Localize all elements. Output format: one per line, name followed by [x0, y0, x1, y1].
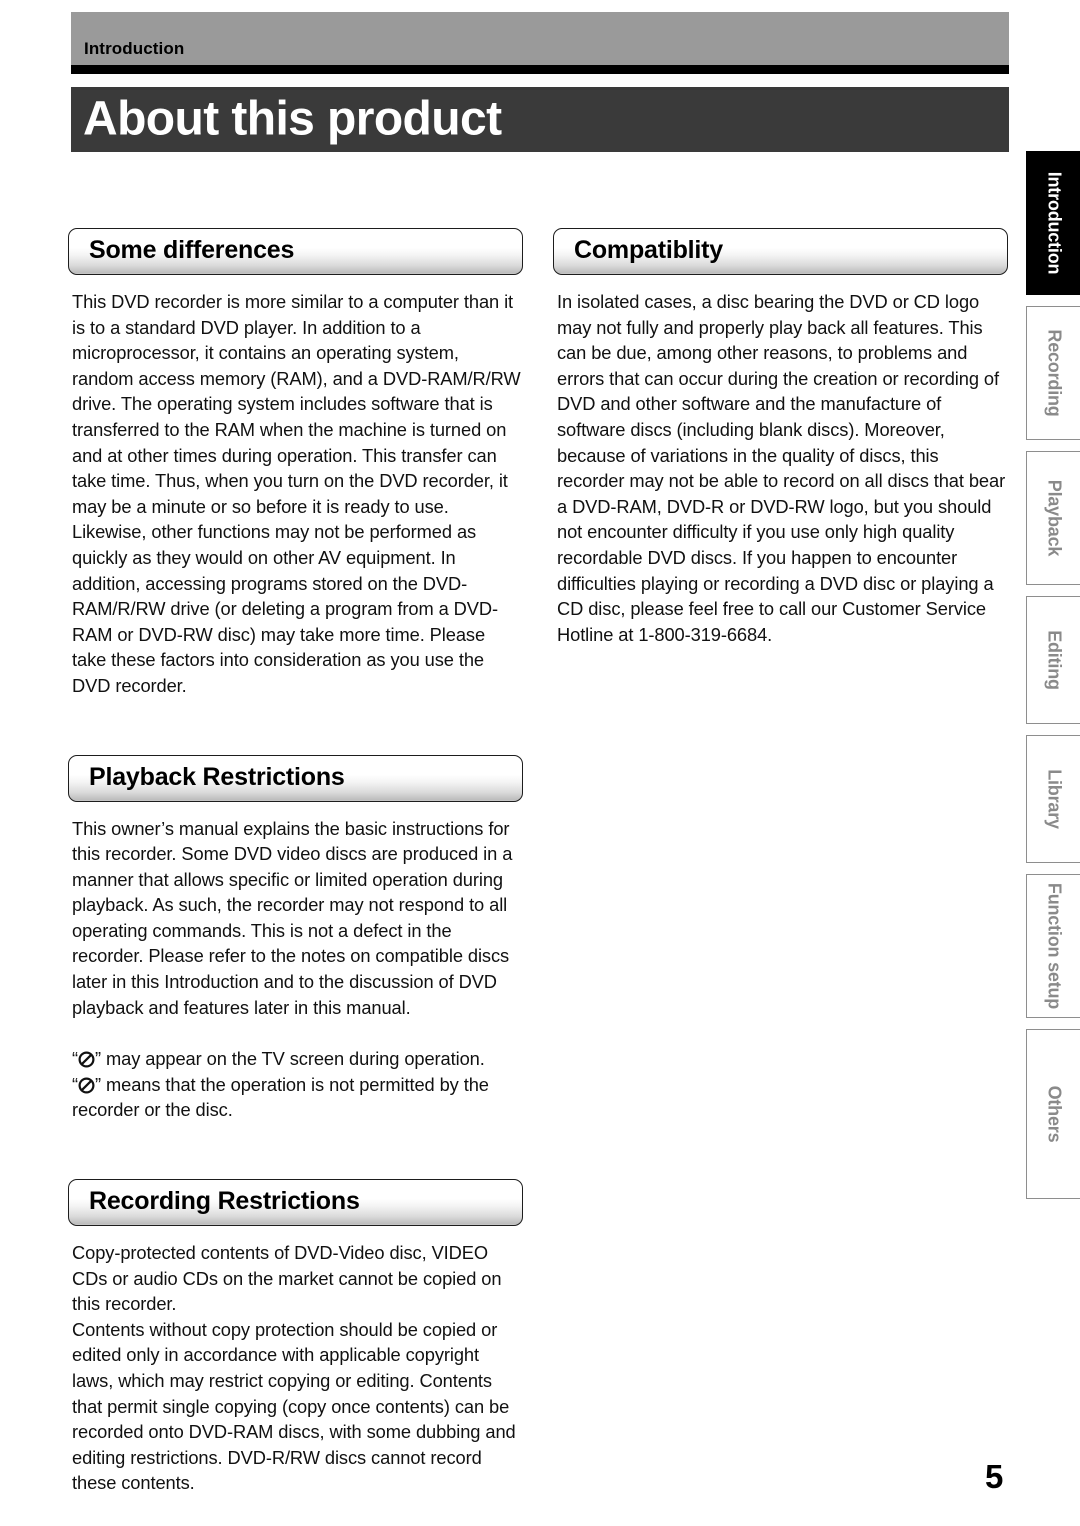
page-title: About this product: [83, 91, 502, 145]
right-column: Compatiblity In isolated cases, a disc b…: [553, 228, 1008, 647]
note-line1-text: ” may appear on the TV screen during ope…: [95, 1048, 485, 1070]
section-body-recording-restrictions-2: Contents without copy protection should …: [72, 1318, 516, 1494]
section-heading-some-differences: Some differences: [68, 228, 523, 275]
header-section-label: Introduction: [84, 39, 185, 58]
section-heading-compatiblity: Compatiblity: [553, 228, 1008, 275]
section-heading-label: Recording Restrictions: [89, 1187, 360, 1216]
prohibition-sign-icon: [78, 1051, 95, 1068]
section-heading-recording-restrictions: Recording Restrictions: [68, 1179, 523, 1227]
section-body-compatiblity: In isolated cases, a disc bearing the DV…: [557, 291, 1006, 645]
tab-function-setup[interactable]: Function setup: [1026, 874, 1080, 1018]
tab-label: Introduction: [1044, 171, 1064, 275]
section-heading-playback-restrictions: Playback Restrictions: [68, 754, 523, 802]
note-line2-text: ” means that the operation is not permit…: [72, 1073, 489, 1121]
section-body-recording-restrictions-1: Copy-protected contents of DVD-Video dis…: [72, 1242, 502, 1315]
section-heading-label: Playback Restrictions: [89, 762, 345, 791]
header-section-band: Introduction: [71, 12, 1009, 65]
section-body-some-differences: This DVD recorder is more similar to a c…: [72, 291, 521, 696]
section-heading-label: Some differences: [89, 236, 295, 264]
tab-library[interactable]: Library: [1026, 735, 1080, 863]
chapter-tab-strip: Introduction Recording Playback Editing …: [1026, 151, 1080, 1210]
tab-label: Function setup: [1044, 882, 1064, 1010]
section-body-playback-restrictions: This owner’s manual explains the basic i…: [72, 817, 513, 1018]
header-divider-rule: [71, 65, 1009, 74]
page-number: 5: [985, 1458, 1004, 1495]
tab-label: Playback: [1044, 479, 1064, 557]
tab-label: Editing: [1044, 630, 1064, 690]
tab-label: Others: [1044, 1085, 1064, 1143]
section-heading-label: Compatiblity: [574, 236, 723, 264]
tab-editing[interactable]: Editing: [1026, 596, 1080, 724]
tab-playback[interactable]: Playback: [1026, 451, 1080, 585]
tab-recording[interactable]: Recording: [1026, 306, 1080, 440]
tab-label: Library: [1044, 769, 1064, 829]
playback-restrictions-note: “” may appear on the TV screen during op…: [72, 1046, 523, 1123]
tab-introduction[interactable]: Introduction: [1026, 151, 1080, 295]
prohibition-sign-icon: [78, 1077, 95, 1094]
tab-label: Recording: [1044, 329, 1064, 417]
left-column: Some differences This DVD recorder is mo…: [68, 228, 523, 1496]
tab-others[interactable]: Others: [1026, 1029, 1080, 1199]
page-title-band: About this product: [71, 87, 1009, 152]
